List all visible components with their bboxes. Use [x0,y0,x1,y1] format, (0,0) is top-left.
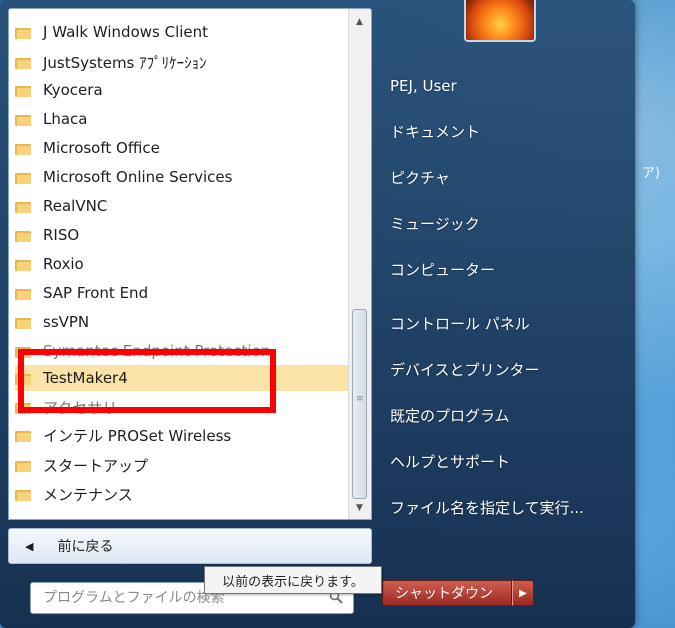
program-folder-label: JustSystems ｱﾌﾟﾘｹｰｼｮﾝ [43,53,207,72]
program-folder-item[interactable]: JustSystems ｱﾌﾟﾘｹｰｼｮﾝ [15,49,349,75]
program-folder-item[interactable]: メンテナンス [15,481,349,507]
program-folder-item[interactable]: Lhaca [15,106,349,132]
start-menu-link[interactable]: デバイスとプリンター [390,355,620,385]
program-folder-item[interactable]: Symantec Endpoint Protection [15,338,349,364]
folder-icon [15,84,31,97]
program-folder-label: インテル PROSet Wireless [43,426,232,445]
scroll-thumb[interactable]: ≡ [352,309,367,499]
program-folder-label: アクセサリ [43,398,118,417]
start-menu-right-panel: PEJ, User ドキュメント ピクチャミュージック コンピューター コントロール パ… [372,0,635,628]
program-folder-label: Microsoft Online Services [43,168,233,186]
program-folder-item[interactable]: スタートアップ [15,452,349,478]
program-folder-label: Microsoft Office [43,139,160,157]
shutdown-button[interactable]: シャットダウン [382,580,512,606]
program-folder-label: RISO [43,226,80,244]
back-arrow-icon: ◀ [25,539,34,553]
folder-icon [15,171,31,184]
folder-icon [15,258,31,271]
program-folder-item[interactable]: Roxio [15,251,349,277]
folder-icon [15,229,31,242]
program-folder-item[interactable]: TestMaker4 [15,365,349,391]
program-folder-label: ssVPN [43,313,90,331]
program-folder-item[interactable]: アクセサリ [15,394,349,420]
program-folder-label: Roxio [43,255,84,273]
start-menu: J Walk Windows Client JustSystems ｱﾌﾟﾘｹｰｼ… [0,0,635,628]
program-folder-item[interactable]: Microsoft Online Services [15,164,349,190]
program-folder-item[interactable]: Kyocera [15,77,349,103]
start-menu-link[interactable]: 既定のプログラム [390,401,620,431]
program-folder-label: Lhaca [43,110,88,128]
program-folder-item[interactable]: RISO [15,222,349,248]
program-folder-label: Symantec Endpoint Protection [43,342,271,360]
program-folder-item[interactable]: ssVPN [15,309,349,335]
program-folder-item[interactable]: SAP Front End [15,280,349,306]
folder-icon [15,316,31,329]
folder-icon [15,113,31,126]
scroll-up-arrow-icon[interactable]: ▲ [353,17,366,27]
start-menu-link[interactable]: ピクチャ [390,163,620,193]
back-button[interactable]: ◀ 前に戻る [8,528,372,564]
program-folder-label: J Walk Windows Client [43,23,209,41]
program-folder-item[interactable]: J Walk Windows Client [15,19,349,45]
folder-icon [15,488,31,501]
program-folder-item[interactable]: RealVNC [15,193,349,219]
start-menu-link[interactable]: PEJ, User [390,71,620,101]
start-menu-link[interactable]: ミュージック [390,209,620,239]
folder-icon [15,287,31,300]
program-folder-label: メンテナンス [43,485,133,504]
program-list-scrollbar[interactable]: ▲ ≡ ▼ [348,9,371,519]
back-button-label: 前に戻る [57,539,114,555]
back-tooltip: 以前の表示に戻ります。 [204,566,382,594]
program-folder-label: TestMaker4 [43,369,128,387]
folder-icon [15,142,31,155]
folder-icon [15,56,31,69]
start-menu-link[interactable]: コントロール パネル [390,309,620,339]
folder-icon [15,345,31,358]
start-menu-link[interactable]: ファイル名を指定して実行... [390,493,620,523]
program-folder-label: SAP Front End [43,284,149,302]
program-folder-label: スタートアップ [43,456,149,475]
folder-icon [15,200,31,213]
folder-icon [15,372,31,385]
folder-icon [15,459,31,472]
program-folder-label: Kyocera [43,81,103,99]
desktop-text-fragment: ア) [642,166,661,181]
program-folder-item[interactable]: インテル PROSet Wireless [15,422,349,448]
start-menu-link[interactable]: ヘルプとサポート [390,447,620,477]
scroll-grip-icon: ≡ [356,394,364,404]
shutdown-options-arrow-icon[interactable]: ▶ [512,580,534,606]
folder-icon [15,401,31,414]
start-menu-link[interactable]: コンピューター [390,255,620,285]
start-menu-link[interactable]: ドキュメント [390,117,620,147]
program-list: J Walk Windows Client JustSystems ｱﾌﾟﾘｹｰｼ… [8,8,372,520]
folder-icon [15,429,31,442]
program-folder-item[interactable]: Microsoft Office [15,135,349,161]
scroll-down-arrow-icon[interactable]: ▼ [353,503,366,513]
user-picture[interactable] [464,0,536,42]
folder-icon [15,26,31,39]
start-menu-left-panel: J Walk Windows Client JustSystems ｱﾌﾟﾘｹｰｼ… [8,8,372,620]
program-folder-label: RealVNC [43,197,108,215]
